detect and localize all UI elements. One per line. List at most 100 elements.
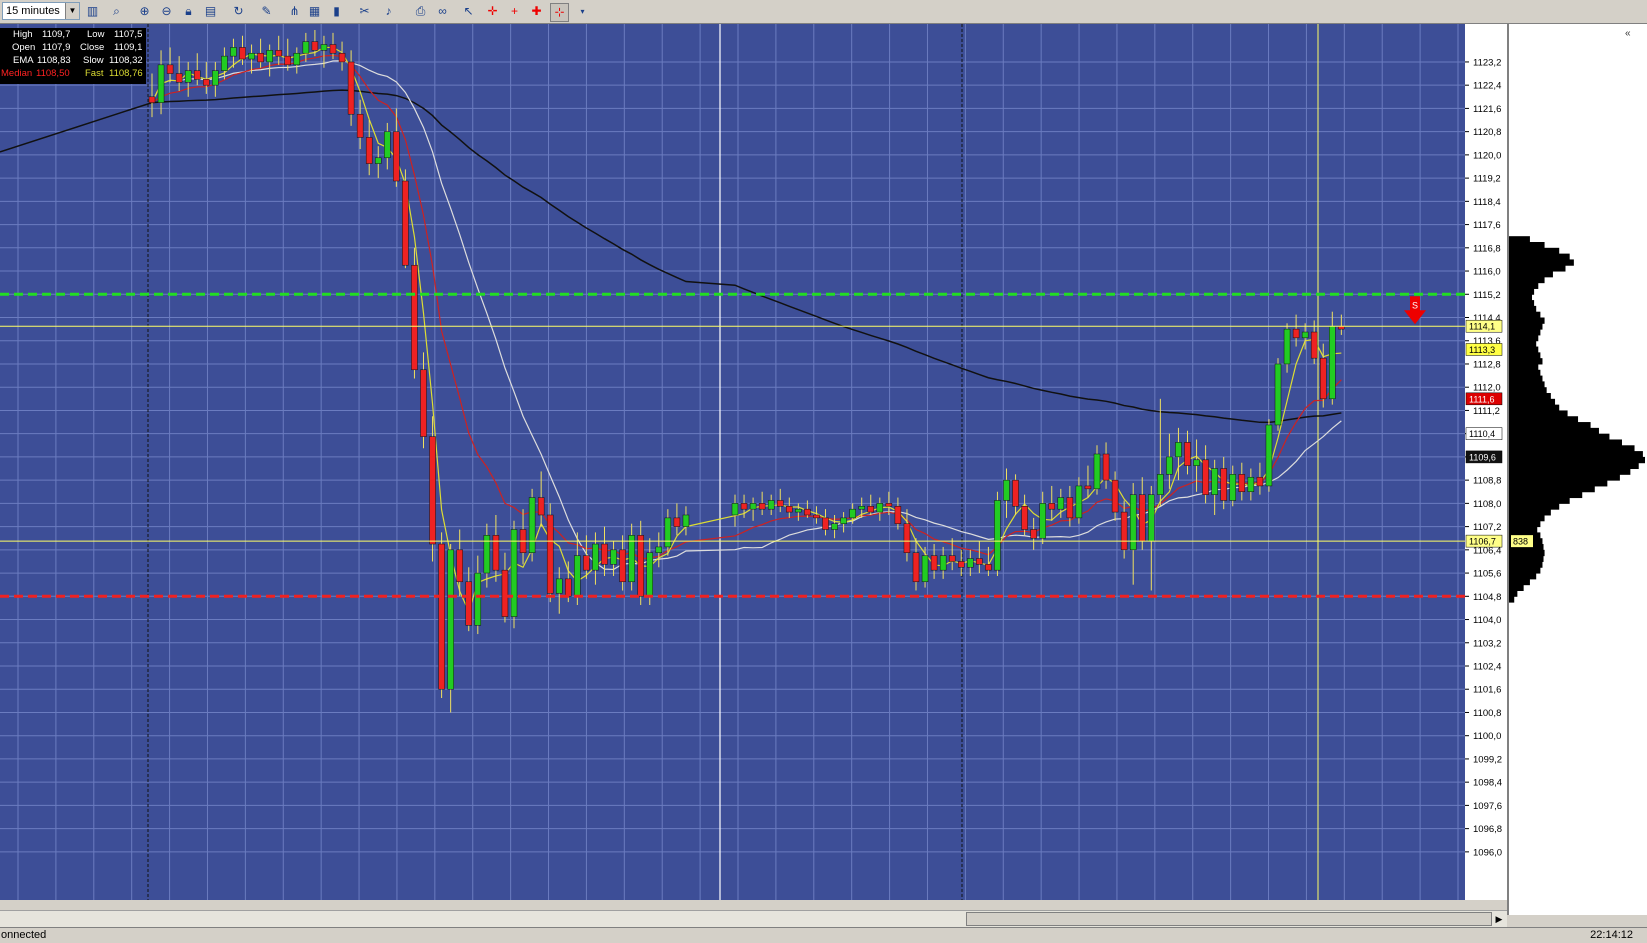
candle-body [1048, 503, 1055, 510]
candle-body [148, 96, 156, 103]
scissors-icon[interactable]: ✂ [356, 3, 373, 20]
toolbar: 15 minutes ▼ ▥ ⌕ ⊕ ⊖ 🔒︎ ▤ ↻ ✎ ⋔ ▦ ▮ ✂ ♪ … [0, 0, 1647, 24]
price-tick-label: 1101,6 [1473, 685, 1501, 696]
price-tick-label: 1099,2 [1473, 754, 1502, 765]
crosshair-icon[interactable]: ✛ [484, 3, 501, 20]
horizontal-scrollbar[interactable]: ▶ [0, 910, 1507, 927]
candle-body [320, 44, 328, 51]
interval-select[interactable]: 15 minutes ▼ [2, 2, 80, 20]
volume-profile-bar [1509, 265, 1566, 272]
candle-body [175, 73, 183, 83]
interval-value: 15 minutes [6, 5, 60, 17]
volume-profile-panel: 838 « [1507, 24, 1647, 915]
candle-body [985, 564, 992, 571]
candle-body [758, 503, 766, 510]
chevron-down-icon[interactable]: ▼ [65, 3, 79, 19]
sell-signal-label: S [1412, 300, 1418, 310]
zoom-in-icon[interactable]: ⊕ [136, 3, 153, 20]
plot-background [0, 24, 1465, 900]
candle-body [1202, 459, 1209, 495]
candle-body [537, 497, 545, 516]
candle-body [1057, 497, 1065, 510]
price-tick-label: 1102,4 [1473, 662, 1501, 673]
price-tick-label: 1105,6 [1473, 569, 1501, 580]
candle-body [858, 506, 865, 510]
collapse-icon: « [1625, 28, 1631, 39]
scroll-right-icon[interactable]: ▶ [1491, 911, 1507, 927]
clipboard-icon[interactable]: ▤ [202, 3, 219, 20]
crosshair-active-icon[interactable]: ⊹ [550, 3, 569, 22]
candle-body [777, 500, 784, 507]
bars-icon[interactable]: ▥ [84, 3, 101, 20]
price-tick-label: 1100,8 [1473, 708, 1501, 719]
candle-body [976, 558, 983, 565]
candle-body [1084, 485, 1092, 490]
color-icon[interactable]: ▦ [306, 3, 323, 20]
volume-profile-bar [1509, 468, 1631, 475]
candle-body [1184, 442, 1191, 466]
candle-body [673, 517, 681, 527]
connection-status: onnected [1, 929, 47, 941]
open-value: 1107,9 [42, 42, 71, 53]
price-tick-label: 1115,2 [1473, 290, 1501, 301]
candle-body [546, 514, 554, 594]
candle-body [601, 543, 608, 565]
zoom-icon[interactable]: ⌕ [108, 3, 125, 20]
volume-profile-bar [1509, 404, 1560, 411]
candle-body [592, 543, 599, 571]
lock-icon[interactable]: 🔒︎ [180, 3, 197, 20]
candle-body [257, 52, 264, 63]
candle-body [347, 61, 355, 115]
candle-body [849, 508, 856, 519]
volume-profile-bar [1509, 358, 1543, 365]
tree-icon[interactable]: ⋔ [286, 3, 303, 20]
draw-icon[interactable]: ✎ [258, 3, 275, 20]
fast-value: 1108,76 [109, 68, 143, 79]
price-chart[interactable]: 1123,2 1122,4 1121,6 1120,8 1120,0 1119,2 1118… [0, 24, 1507, 900]
candle-body [1120, 511, 1128, 551]
price-tick-label: 1123,2 [1473, 57, 1501, 68]
stats-icon[interactable]: ▮ [328, 3, 345, 20]
candle-body [1193, 459, 1200, 466]
scrollbar-thumb[interactable] [966, 912, 1492, 926]
candle-body [356, 113, 364, 138]
cycle-icon[interactable]: ↻ [230, 3, 247, 20]
crosshair-icon[interactable]: ✚ [528, 3, 545, 20]
candle-body [1157, 474, 1164, 495]
candle-body [157, 64, 165, 103]
volume-profile-bar [1509, 584, 1524, 591]
candle-body [646, 552, 653, 597]
candle-body [384, 131, 391, 159]
volume-profile-bar [1509, 329, 1541, 336]
print-icon[interactable]: ⎙ [412, 3, 429, 20]
volume-profile-bar [1509, 375, 1543, 382]
candle-body [921, 555, 929, 583]
slow-value: 1108,32 [109, 55, 143, 66]
low-value: 1107,5 [114, 29, 143, 40]
candle-body [375, 157, 382, 164]
candle-body [365, 137, 373, 164]
price-tick-label: 1097,6 [1473, 801, 1502, 812]
candle-body [958, 561, 965, 568]
volume-profile-bar [1509, 247, 1560, 255]
dropdown-icon[interactable]: ▾ [574, 3, 591, 20]
candle-body [867, 506, 874, 513]
price-tag-label: 1109,6 [1469, 452, 1496, 462]
volume-profile-bar [1509, 352, 1541, 359]
candle-body [284, 55, 291, 66]
candle-body [628, 535, 635, 583]
price-tick-label: 1098,4 [1473, 778, 1502, 789]
candle-body [329, 44, 337, 54]
price-tick-label: 1117,6 [1473, 220, 1501, 231]
zoom-out-icon[interactable]: ⊖ [158, 3, 175, 20]
link-icon[interactable]: ∞ [434, 3, 451, 20]
volume-profile-bar [1509, 259, 1574, 266]
bell-icon[interactable]: ♪ [380, 3, 397, 20]
ema-label: EMA [13, 55, 34, 66]
volume-profile-bar [1509, 236, 1530, 243]
candle-body [1265, 424, 1273, 487]
crosshair-icon[interactable]: + [506, 3, 523, 20]
volume-profile-bar [1509, 311, 1541, 319]
candle-body [1148, 494, 1155, 542]
cursor-icon[interactable]: ↖ [460, 3, 477, 20]
